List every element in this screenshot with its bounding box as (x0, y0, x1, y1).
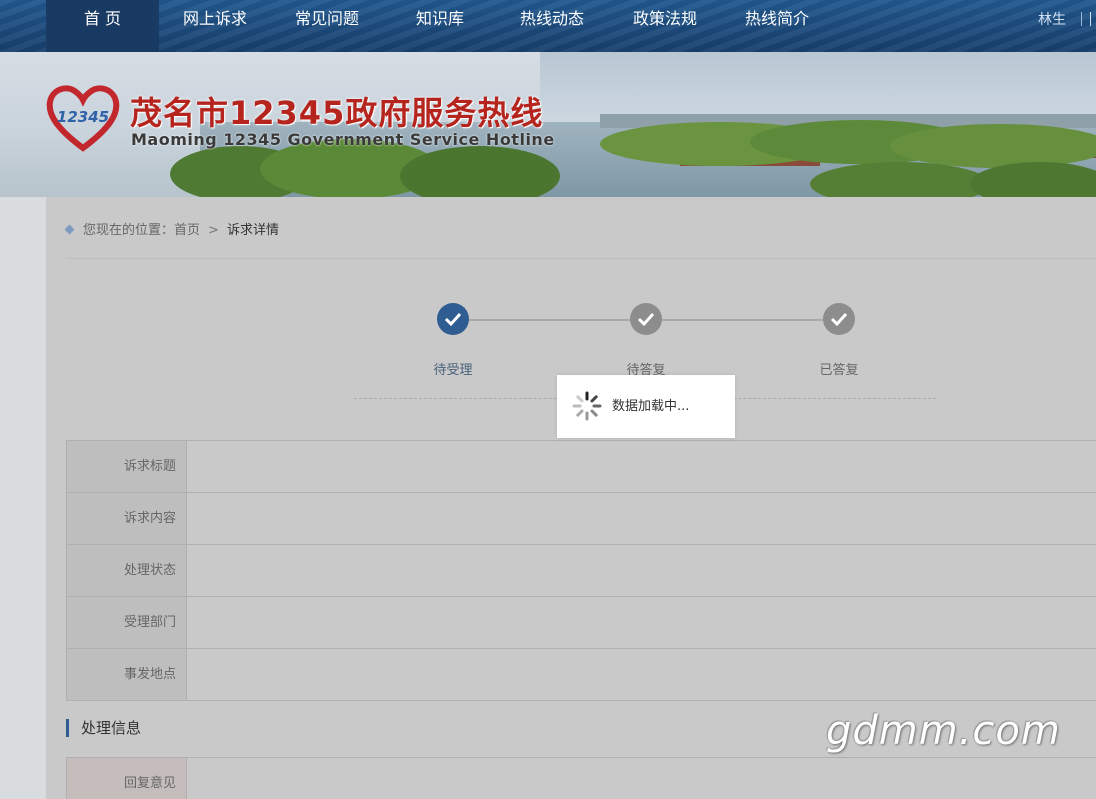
user-name-link[interactable]: 林生 (1038, 0, 1066, 40)
field-value-reply (187, 758, 1096, 799)
step-connector (469, 319, 631, 321)
site-subtitle: Maoming 12345 Government Service Hotline (131, 130, 555, 149)
field-label-reply: 回复意见 (67, 758, 187, 799)
step-3-label: 已答复 (819, 363, 859, 378)
loading-text: 数据加载中... (612, 399, 690, 414)
breadcrumb-separator: > (208, 223, 219, 238)
step-1-check-icon (437, 303, 469, 335)
field-value-content (187, 493, 1096, 544)
field-label-content: 诉求内容 (67, 493, 187, 544)
breadcrumb: 您现在的位置：首页 > 诉求详情 (64, 219, 279, 238)
breadcrumb-prefix: 您现在的位置： (83, 223, 175, 238)
field-value-title (187, 441, 1096, 492)
appeal-info-table: 诉求标题 诉求内容 处理状态 受理部门 事发地点 (66, 440, 1096, 701)
nav-item-policy[interactable]: 政策法规 (620, 0, 710, 52)
field-value-department (187, 597, 1096, 648)
step-1-label: 待受理 (433, 363, 473, 378)
nav-item-faq[interactable]: 常见问题 (282, 0, 372, 52)
spinner-icon (572, 391, 602, 421)
field-label-title: 诉求标题 (67, 441, 187, 492)
nav-item-online-appeal[interactable]: 网上诉求 (170, 0, 260, 52)
breadcrumb-divider (66, 258, 1096, 259)
field-label-department: 受理部门 (67, 597, 187, 648)
breadcrumb-current: 诉求详情 (226, 223, 279, 238)
nav-divider (1081, 12, 1082, 26)
nav-truncated-link[interactable] (1090, 12, 1096, 26)
field-value-status (187, 545, 1096, 596)
top-nav: 首 页 网上诉求 常见问题 知识库 热线动态 政策法规 热线简介 林生 (0, 0, 1096, 52)
table-row: 受理部门 (67, 597, 1096, 649)
diamond-icon (64, 224, 75, 235)
field-value-location (187, 649, 1096, 700)
step-2-check-icon (630, 303, 662, 335)
table-row: 诉求标题 (67, 441, 1096, 493)
nav-item-about[interactable]: 热线简介 (732, 0, 822, 52)
reply-table: 回复意见 (66, 757, 1096, 799)
table-row: 事发地点 (67, 649, 1096, 701)
field-label-status: 处理状态 (67, 545, 187, 596)
breadcrumb-home-link[interactable]: 首页 (174, 223, 200, 238)
logo-number: 12345 (57, 108, 109, 126)
nav-item-hotline-news[interactable]: 热线动态 (507, 0, 597, 52)
nav-item-knowledge-base[interactable]: 知识库 (396, 0, 484, 52)
site-title: 茂名市12345政府服务热线 (130, 94, 544, 132)
table-row: 处理状态 (67, 545, 1096, 597)
section-title-processing: 处理信息 (66, 719, 141, 737)
table-row: 诉求内容 (67, 493, 1096, 545)
nav-item-home[interactable]: 首 页 (46, 0, 159, 52)
field-label-location: 事发地点 (67, 649, 187, 700)
step-connector (662, 319, 824, 321)
loading-toast: 数据加载中... (557, 375, 735, 438)
watermark: gdmm.com (826, 708, 1061, 754)
step-3-check-icon (823, 303, 855, 335)
heart-12345-logo-icon: 12345 (46, 85, 120, 152)
header-banner: 12345 茂名市12345政府服务热线 Maoming 12345 Gover… (0, 52, 1096, 197)
